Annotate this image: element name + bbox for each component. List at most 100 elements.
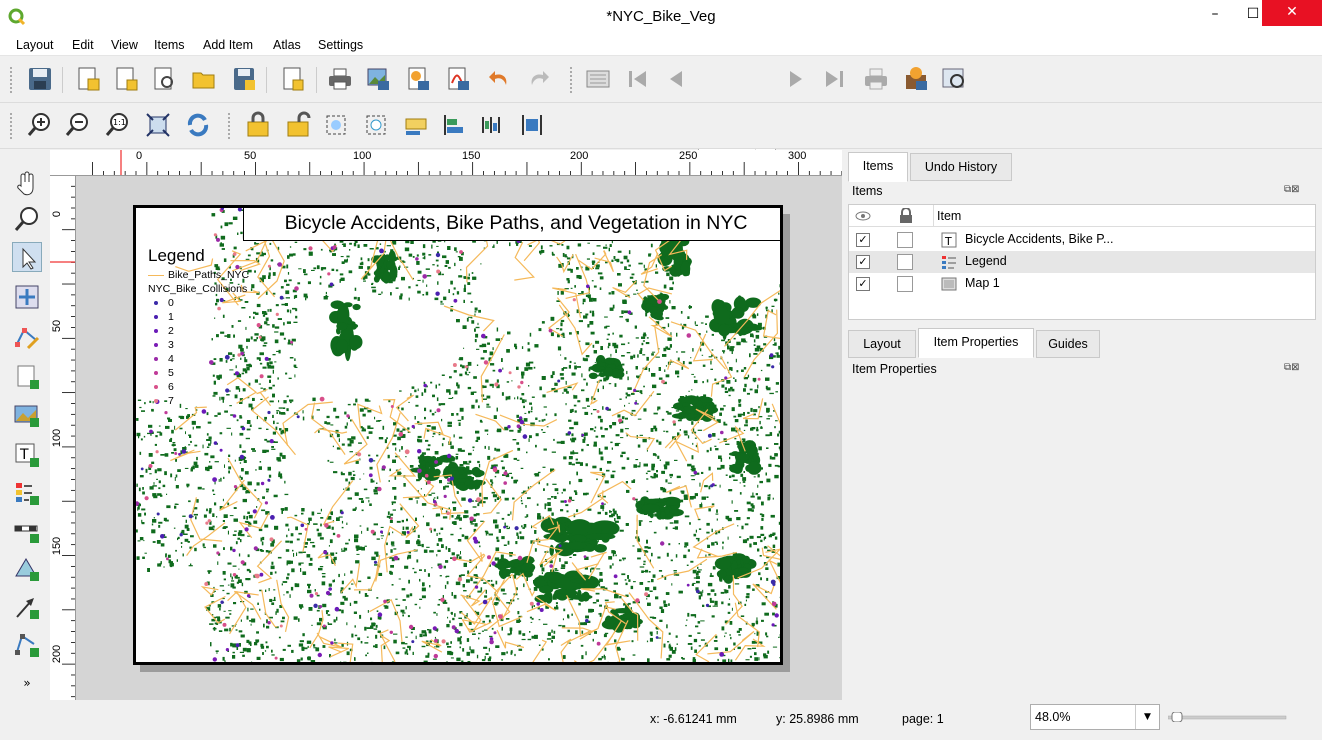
items-panel-label: Items [852,184,883,198]
more-tools-chevron-icon[interactable]: » [12,676,42,694]
item-row-legend[interactable]: ✓ Legend [849,251,1315,273]
group-items-icon[interactable] [322,111,350,139]
previous-feature-icon[interactable] [662,65,690,93]
close-button[interactable]: ✕ [1262,0,1322,26]
first-feature-icon[interactable] [624,65,652,93]
item-name: Map 1 [965,276,1000,290]
add-scale-bar-icon[interactable] [12,516,42,546]
navigation-toolbar: 1:1 [0,103,1322,149]
next-feature-icon[interactable] [782,65,810,93]
layout-canvas[interactable]: Bicycle Accidents, Bike Paths, and Veget… [76,176,842,700]
panel-float-close-icon[interactable]: ⧉⊠ [1284,184,1300,195]
zoom-combobox[interactable]: 48.0% ▼ [1030,704,1160,730]
chevron-down-icon[interactable]: ▼ [1135,705,1159,729]
tab-guides[interactable]: Guides [1036,330,1100,358]
legend-class-label: 3 [168,339,174,351]
zoom-value: 48.0% [1035,710,1071,724]
menu-add-item[interactable]: Add Item [203,38,253,52]
legend-point-layer: NYC_Bike_Collisions [148,283,248,295]
tab-items[interactable]: Items [848,152,908,182]
lock-checkbox[interactable] [897,232,913,248]
item-row-map[interactable]: ✓ Map 1 [849,273,1315,295]
menu-atlas[interactable]: Atlas [273,38,301,52]
lock-checkbox[interactable] [897,254,913,270]
zoom-full-icon[interactable] [144,111,172,139]
ungroup-items-icon[interactable] [362,111,390,139]
layout-manager-icon[interactable] [150,65,178,93]
pan-hand-icon[interactable] [12,168,42,198]
export-svg-icon[interactable] [404,65,432,93]
align-left-icon[interactable] [440,111,468,139]
add-node-item-icon[interactable] [12,630,42,660]
x-coordinate: x: -6.61241 mm [650,712,737,726]
print-atlas-icon[interactable] [862,65,890,93]
legend-class-label: 2 [168,325,174,337]
visibility-checkbox[interactable]: ✓ [856,233,870,247]
legend-class-entry: 0 [148,296,249,310]
zoom-out-icon[interactable] [64,111,92,139]
unlock-items-icon[interactable] [284,111,312,139]
menu-view[interactable]: View [111,38,138,52]
add-page-icon[interactable] [12,362,42,392]
legend-class-symbol [154,371,158,375]
menu-edit[interactable]: Edit [72,38,94,52]
visibility-checkbox[interactable]: ✓ [856,255,870,269]
tab-undo-history[interactable]: Undo History [910,153,1012,181]
zoom-in-icon[interactable] [26,111,54,139]
tab-layout[interactable]: Layout [848,330,916,358]
resize-icon[interactable] [518,111,546,139]
menu-settings[interactable]: Settings [318,38,363,52]
panel-float-close-icon[interactable]: ⧉⊠ [1284,362,1300,373]
refresh-icon[interactable] [184,111,212,139]
distribute-icon[interactable] [478,111,506,139]
ruler-label: 50 [51,319,64,333]
add-shape-icon[interactable] [12,554,42,584]
map-title-label[interactable]: Bicycle Accidents, Bike Paths, and Veget… [243,208,780,241]
add-arrow-icon[interactable] [12,592,42,622]
menu-bar: Layout Edit View Items Add Item Atlas Se… [0,34,1322,56]
visibility-checkbox[interactable]: ✓ [856,277,870,291]
undo-icon[interactable] [486,65,514,93]
zoom-tool-icon[interactable] [12,204,42,234]
zoom-slider[interactable] [1168,712,1288,722]
move-content-icon[interactable] [12,282,42,312]
page-indicator: page: 1 [902,712,944,726]
duplicate-layout-icon[interactable] [112,65,140,93]
menu-layout[interactable]: Layout [16,38,54,52]
tab-item-properties[interactable]: Item Properties [918,328,1034,358]
add-legend-icon[interactable] [12,478,42,508]
export-atlas-icon[interactable] [902,65,930,93]
open-template-icon[interactable] [190,65,218,93]
add-pages-icon[interactable] [278,65,306,93]
lock-icon [900,208,912,223]
redo-icon[interactable] [524,65,552,93]
legend-class-entry: 3 [148,338,249,352]
lock-checkbox[interactable] [897,276,913,292]
edit-nodes-icon[interactable] [12,322,42,352]
legend-class-label: 0 [168,297,174,309]
atlas-preview-icon[interactable] [584,65,612,93]
last-feature-icon[interactable] [820,65,848,93]
legend-item[interactable]: Legend Bike_Paths_NYC NYC_Bike_Collision… [148,246,249,408]
svg-text:1:1: 1:1 [113,118,126,127]
select-move-item-icon[interactable] [12,242,42,272]
item-row-title[interactable]: ✓ T Bicycle Accidents, Bike P... [849,229,1315,251]
legend-class-entry: 4 [148,352,249,366]
legend-line-entry: Bike_Paths_NYC [148,268,249,282]
items-tree[interactable]: Item ✓ T Bicycle Accidents, Bike P... ✓ … [848,204,1316,320]
raise-items-icon[interactable] [402,111,430,139]
menu-items[interactable]: Items [154,38,185,52]
ruler-label: 150 [462,150,481,162]
lock-items-icon[interactable] [244,111,272,139]
zoom-100-icon[interactable]: 1:1 [104,111,132,139]
export-image-icon[interactable] [364,65,392,93]
save-layout-icon[interactable] [26,65,54,93]
export-pdf-icon[interactable] [444,65,472,93]
atlas-settings-icon[interactable] [940,65,968,93]
new-layout-icon[interactable] [74,65,102,93]
save-template-icon[interactable] [230,65,258,93]
print-icon[interactable] [326,65,354,93]
add-label-icon[interactable]: T [12,440,42,470]
layout-page[interactable]: Bicycle Accidents, Bike Paths, and Veget… [133,205,783,665]
add-map-icon[interactable] [12,400,42,430]
